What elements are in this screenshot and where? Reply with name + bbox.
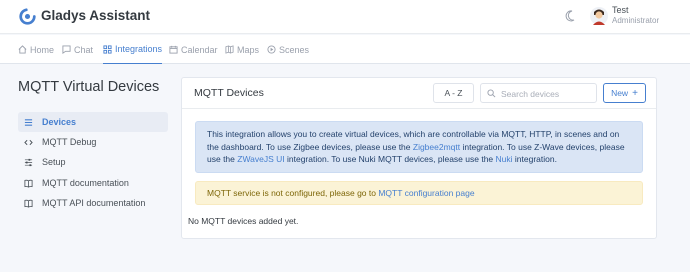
nav-calendar-label: Calendar — [181, 44, 218, 55]
nav-scenes[interactable]: Scenes — [267, 35, 309, 64]
grid-icon — [103, 44, 112, 54]
book-icon — [24, 199, 33, 208]
mqtt-configuration-link[interactable]: MQTT configuration page — [378, 188, 474, 198]
devices-card: MQTT Devices A - Z New + This integratio… — [181, 77, 657, 239]
sidebar-item-label: Devices — [42, 117, 77, 127]
dark-mode-moon-icon[interactable] — [565, 10, 575, 22]
page-title: MQTT Virtual Devices — [18, 79, 160, 95]
nav-integrations[interactable]: Integrations — [103, 35, 163, 64]
code-icon — [24, 139, 33, 145]
sidebar-item-mqtt-debug[interactable]: MQTT Debug — [18, 132, 168, 152]
app-name[interactable]: Gladys Assistant — [41, 8, 150, 23]
search-input[interactable] — [501, 86, 593, 101]
sidebar-item-label: MQTT API documentation — [42, 198, 146, 208]
sidebar-item-mqtt-documentation[interactable]: MQTT documentation — [18, 173, 168, 193]
main-navigation: Home Chat Integrations Calendar Maps Sce… — [0, 35, 690, 64]
book-icon — [24, 179, 33, 188]
warning-text: MQTT service is not configured, please g… — [207, 188, 379, 198]
sliders-icon — [24, 158, 33, 166]
user-avatar-icon[interactable] — [590, 6, 608, 26]
new-button-label: New — [611, 88, 629, 98]
search-icon — [487, 89, 496, 98]
sidebar-item-label: MQTT Debug — [42, 137, 97, 147]
card-header: MQTT Devices A - Z New + — [182, 78, 656, 109]
nuki-link[interactable]: Nuki — [496, 154, 513, 164]
zigbee2mqtt-link[interactable]: Zigbee2mqtt — [413, 142, 460, 152]
play-icon — [267, 45, 276, 54]
empty-state-text: No MQTT devices added yet. — [188, 216, 299, 226]
zwavejs-ui-link[interactable]: ZWaveJS UI — [237, 154, 284, 164]
nav-calendar[interactable]: Calendar — [169, 35, 218, 64]
nav-scenes-label: Scenes — [279, 44, 310, 55]
nav-chat[interactable]: Chat — [62, 35, 93, 64]
info-text-3: integration. To use Nuki MQTT devices, p… — [284, 154, 496, 164]
home-icon — [18, 45, 27, 54]
gladys-logo-icon[interactable] — [19, 8, 36, 25]
new-device-button[interactable]: New + — [603, 83, 646, 103]
card-title: MQTT Devices — [194, 87, 264, 99]
sidebar-item-label: Setup — [42, 157, 66, 167]
top-header: Gladys Assistant Test Administrator — [0, 0, 690, 34]
sort-select[interactable]: A - Z — [433, 83, 474, 103]
user-name[interactable]: Test — [612, 5, 629, 15]
map-icon — [225, 45, 234, 54]
list-icon — [24, 118, 33, 126]
nav-integrations-label: Integrations — [115, 44, 163, 54]
sidebar-item-devices[interactable]: Devices — [18, 112, 168, 132]
info-alert: This integration allows you to create vi… — [195, 121, 643, 173]
plus-icon: + — [632, 87, 638, 99]
sidebar-item-setup[interactable]: Setup — [18, 152, 168, 172]
sidebar-item-mqtt-api-documentation[interactable]: MQTT API documentation — [18, 193, 168, 213]
nav-home[interactable]: Home — [18, 35, 54, 64]
search-box — [480, 83, 597, 103]
warning-alert: MQTT service is not configured, please g… — [195, 181, 643, 205]
calendar-icon — [169, 45, 178, 54]
nav-chat-label: Chat — [74, 44, 94, 55]
nav-maps-label: Maps — [237, 44, 260, 55]
user-role: Administrator — [612, 16, 660, 25]
chat-icon — [62, 45, 71, 54]
nav-home-label: Home — [30, 44, 55, 55]
sidebar-item-label: MQTT documentation — [42, 178, 129, 188]
nav-maps[interactable]: Maps — [225, 35, 259, 64]
info-text-4: integration. — [512, 154, 557, 164]
